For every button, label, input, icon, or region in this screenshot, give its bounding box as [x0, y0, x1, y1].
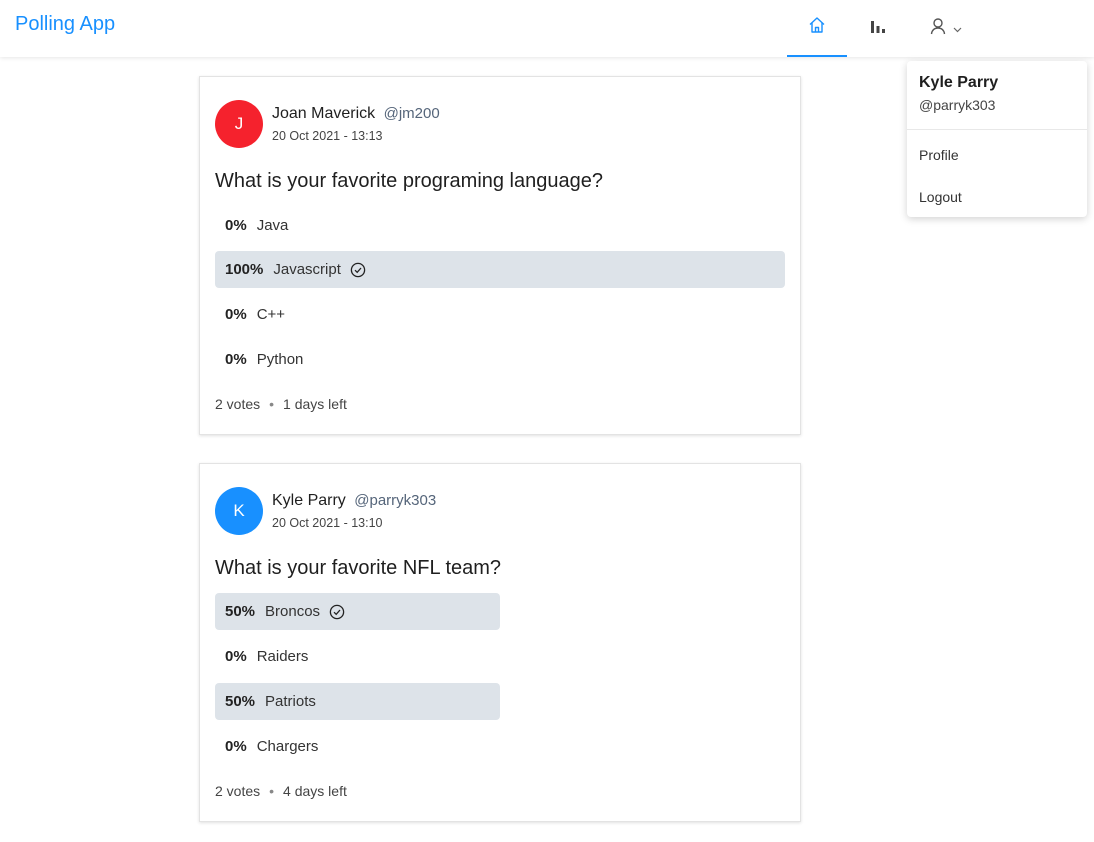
separator-dot: •: [269, 396, 275, 412]
choice-text: Broncos: [265, 603, 321, 620]
author-username[interactable]: @jm200: [384, 105, 440, 122]
nav-stats[interactable]: [848, 0, 908, 57]
poll-author[interactable]: Kyle Parry @parryk303: [272, 492, 436, 510]
choice-text: Patriots: [265, 693, 316, 710]
author-full-name[interactable]: Kyle Parry: [272, 492, 346, 509]
choice-percent: 50%: [225, 693, 256, 710]
poll-date: 20 Oct 2021 - 13:13: [272, 129, 383, 143]
choice-text: Javascript: [273, 261, 341, 278]
poll-author[interactable]: Joan Maverick @jm200: [272, 105, 440, 123]
poll-choice[interactable]: 0% Java: [215, 207, 785, 244]
choice-text: C++: [256, 306, 286, 323]
brand-logo[interactable]: Polling App: [15, 13, 115, 36]
poll-footer: 2 votes • 1 days left: [215, 396, 347, 412]
dropdown-profile-link[interactable]: Profile: [919, 147, 959, 163]
time-left: 1 days left: [283, 396, 347, 412]
poll-choice[interactable]: 0% C++: [215, 296, 785, 333]
poll-choice[interactable]: 0% Chargers: [215, 728, 785, 765]
choice-percent: 0%: [225, 738, 247, 755]
profile-dropdown: Kyle Parry @parryk303 Profile Logout: [907, 61, 1087, 217]
choice-percent: 0%: [225, 306, 247, 323]
choice-percent: 100%: [225, 261, 264, 278]
time-left: 4 days left: [283, 783, 347, 799]
choice-text: Java: [256, 217, 289, 234]
check-circle-icon: [350, 262, 366, 278]
choice-percent: 0%: [225, 648, 247, 665]
poll-choice[interactable]: 0% Raiders: [215, 638, 785, 675]
choice-text: Raiders: [256, 648, 309, 665]
dropdown-username: @parryk303: [919, 97, 996, 113]
separator-dot: •: [269, 783, 275, 799]
choice-text: Python: [256, 351, 304, 368]
nav-profile-menu[interactable]: [909, 0, 981, 57]
user-icon: [929, 17, 947, 40]
dropdown-logout-link[interactable]: Logout: [919, 189, 962, 205]
choice-percent: 50%: [225, 603, 256, 620]
poll-choice[interactable]: 50% Broncos: [215, 593, 785, 630]
author-full-name[interactable]: Joan Maverick: [272, 105, 375, 122]
poll-footer: 2 votes • 4 days left: [215, 783, 347, 799]
poll-choice[interactable]: 0% Python: [215, 341, 785, 378]
poll-question: What is your favorite NFL team?: [215, 557, 502, 579]
poll-date: 20 Oct 2021 - 13:10: [272, 516, 383, 530]
vote-count: 2 votes: [215, 783, 261, 799]
chevron-down-icon: [953, 20, 962, 38]
choice-result-bar: [215, 593, 500, 630]
poll-card: J Joan Maverick @jm200 20 Oct 2021 - 13:…: [199, 76, 801, 435]
avatar[interactable]: J: [215, 100, 263, 148]
choice-text: Chargers: [256, 738, 319, 755]
poll-card: K Kyle Parry @parryk303 20 Oct 2021 - 13…: [199, 463, 801, 822]
dropdown-divider: [907, 129, 1087, 130]
app-header: Polling App: [0, 0, 1094, 57]
author-username[interactable]: @parryk303: [354, 492, 436, 509]
poll-question: What is your favorite programing languag…: [215, 170, 603, 192]
poll-choice[interactable]: 50% Patriots: [215, 683, 785, 720]
vote-count: 2 votes: [215, 396, 261, 412]
nav-home[interactable]: [787, 0, 847, 57]
choice-result-bar: [215, 683, 500, 720]
check-circle-icon: [329, 604, 345, 620]
choice-percent: 0%: [225, 217, 247, 234]
bar-chart-icon: [869, 17, 887, 40]
dropdown-user-name: Kyle Parry: [919, 74, 999, 91]
home-icon: [808, 16, 826, 39]
choice-percent: 0%: [225, 351, 247, 368]
poll-choice[interactable]: 100% Javascript: [215, 251, 785, 288]
avatar[interactable]: K: [215, 487, 263, 535]
